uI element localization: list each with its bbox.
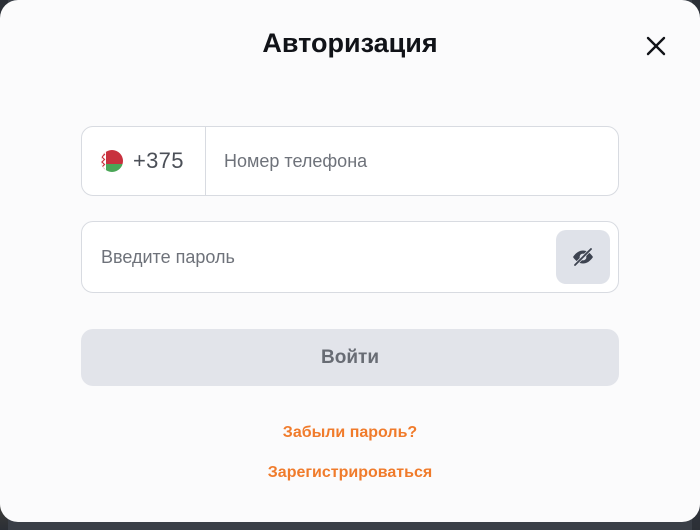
- password-visibility-toggle[interactable]: [556, 230, 610, 284]
- phone-field: +375: [81, 126, 619, 196]
- login-button[interactable]: Войти: [81, 329, 619, 386]
- country-code: +375: [133, 148, 184, 173]
- eye-slash-icon: [573, 247, 593, 267]
- modal-title: Авторизация: [262, 28, 438, 58]
- belarus-flag-icon: [101, 150, 123, 172]
- password-field: [81, 221, 619, 293]
- close-button[interactable]: [642, 32, 670, 60]
- register-link[interactable]: Зарегистрироваться: [0, 464, 700, 482]
- phone-input[interactable]: [206, 126, 618, 196]
- close-icon: [646, 36, 666, 56]
- country-selector[interactable]: +375: [82, 127, 206, 195]
- auth-modal: Авторизация +375 Номер телефона Войти За…: [0, 0, 700, 522]
- password-input[interactable]: [82, 221, 556, 293]
- forgot-password-link[interactable]: Забыли пароль?: [0, 424, 700, 442]
